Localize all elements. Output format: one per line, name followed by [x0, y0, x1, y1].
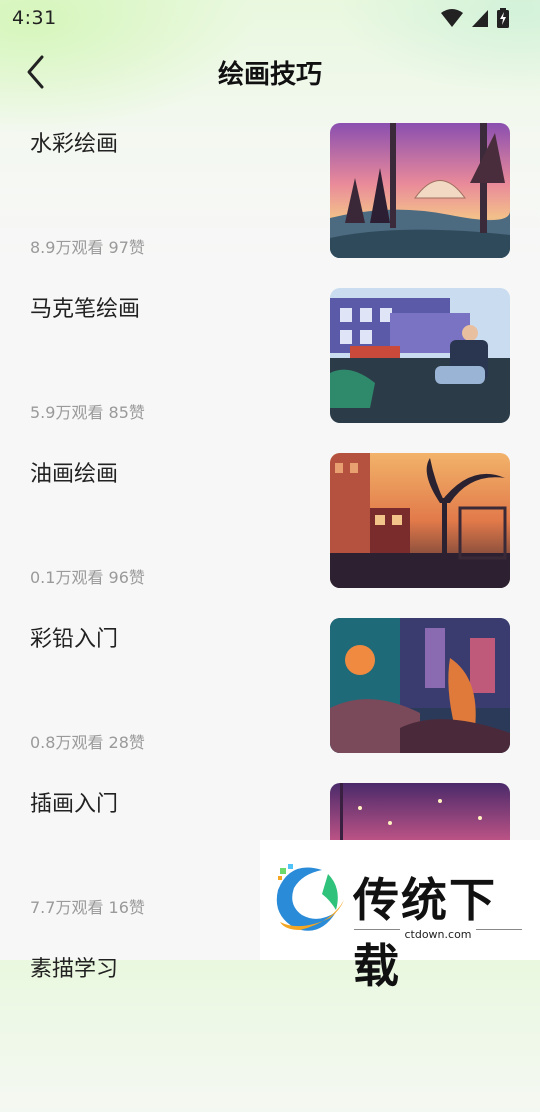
item-thumbnail[interactable]: [330, 453, 510, 588]
brand-logo-icon: [276, 864, 344, 931]
battery-icon: [497, 8, 509, 28]
page-title: 绘画技巧: [217, 60, 322, 90]
item-stats: 0.8万观看 28赞: [30, 733, 145, 752]
item-title: 彩铅入门: [30, 627, 119, 652]
brand-url-wrap: ctdown.com: [354, 923, 522, 942]
item-stats: 8.9万观看 97赞: [30, 238, 145, 257]
signal-icon: [472, 10, 488, 27]
oil-painting-scene-image: [330, 453, 510, 588]
item-thumbnail[interactable]: [330, 123, 510, 258]
item-title: 油画绘画: [30, 462, 119, 487]
status-bar: 4:31: [0, 0, 540, 36]
list-item[interactable]: 彩铅入门 0.8万观看 28赞: [0, 617, 540, 782]
item-stats: 5.9万观看 85赞: [30, 403, 145, 422]
list-item[interactable]: 水彩绘画 8.9万观看 97赞: [0, 122, 540, 287]
watermark-overlay: 传统下载 ctdown.com: [260, 840, 540, 993]
marker-scene-image: [330, 288, 510, 423]
status-time: 4:31: [12, 7, 57, 29]
wifi-icon: [441, 9, 463, 27]
item-thumbnail[interactable]: [330, 618, 510, 753]
brand-url: ctdown.com: [400, 928, 476, 941]
list-item[interactable]: 油画绘画 0.1万观看 96赞: [0, 452, 540, 617]
item-title: 马克笔绘画: [30, 297, 141, 322]
watercolor-scene-image: [330, 123, 510, 258]
list-item[interactable]: 马克笔绘画 5.9万观看 85赞: [0, 287, 540, 452]
colored-pencil-scene-image: [330, 618, 510, 753]
nav-bar: 绘画技巧: [0, 40, 540, 104]
item-title: 插画入门: [30, 792, 119, 817]
status-icons: [440, 8, 510, 28]
item-title: 水彩绘画: [30, 132, 119, 157]
item-stats: 7.7万观看 16赞: [30, 898, 145, 917]
item-stats: 0.1万观看 96赞: [30, 568, 145, 587]
item-thumbnail[interactable]: [330, 288, 510, 423]
item-title: 素描学习: [30, 957, 119, 982]
